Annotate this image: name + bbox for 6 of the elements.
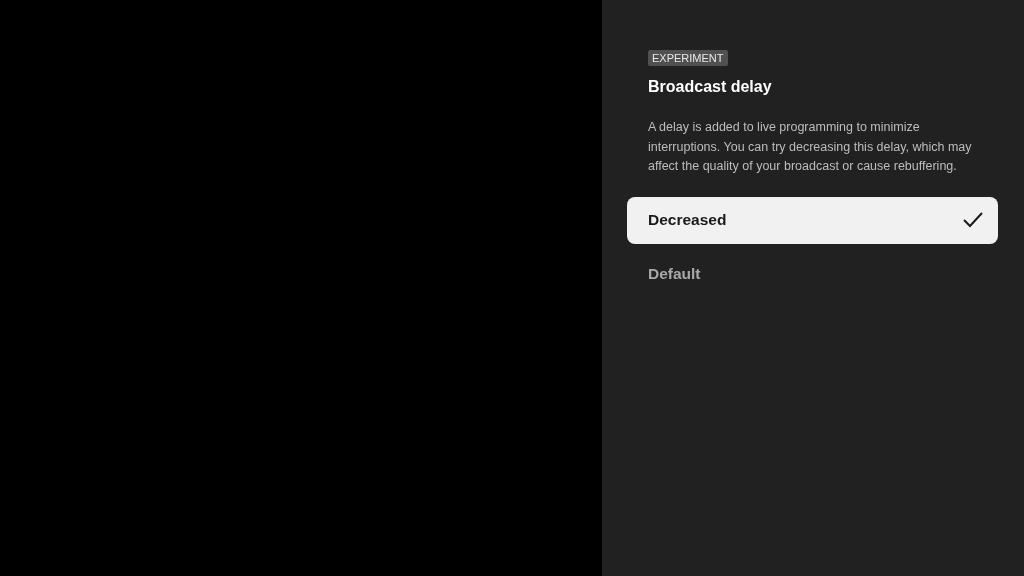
option-item[interactable]: Decreased [627, 196, 998, 244]
panel-title: Broadcast delay [648, 78, 772, 96]
option-item[interactable]: Default [627, 250, 998, 298]
experiment-badge: EXPERIMENT [648, 50, 728, 66]
description: A delay is added to live programming to minimize interruptions. You can try decreasing this delay, which may affect the quality of your broadcast or cause rebuffering. [648, 119, 973, 175]
checkmark-icon [962, 211, 984, 229]
